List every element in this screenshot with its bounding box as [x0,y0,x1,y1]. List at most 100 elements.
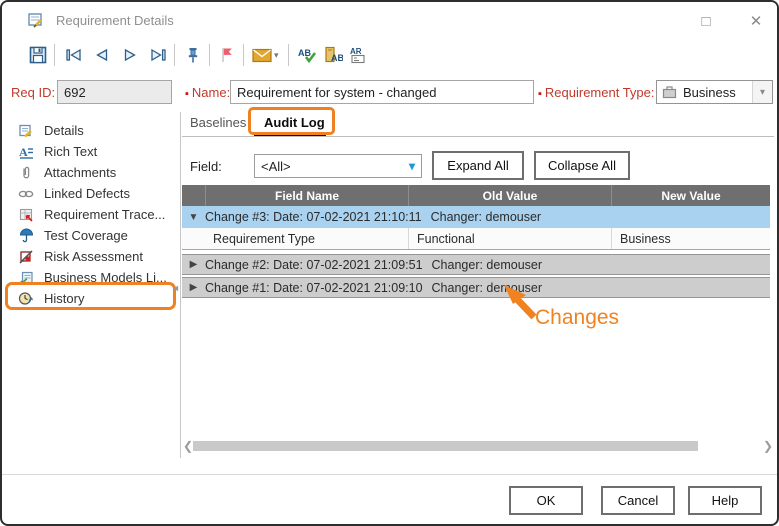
sidebar-item-label: Risk Assessment [44,249,143,264]
cell-field-name: Requirement Type [205,228,408,249]
field-filter-label: Field: [190,159,222,174]
pin-icon[interactable] [181,42,205,68]
change-group-row-2[interactable]: ▶ Change #2: Date: 07-02-2021 21:09:51 C… [182,254,770,275]
requirement-document-icon [28,12,45,33]
sidebar-item-details[interactable]: Details [2,120,180,141]
audit-detail-row[interactable]: Requirement Type Functional Business [182,228,770,250]
requirement-details-dialog: Requirement Details □ ✕ [0,0,779,526]
sidebar-item-linked-defects[interactable]: Linked Defects [2,183,180,204]
cell-old-value: Functional [408,228,611,249]
sidebar: Details A Rich Text Attachments [2,112,180,474]
toolbar: ▾ AB AB AR [2,38,777,72]
req-id-field[interactable] [57,80,172,104]
help-button[interactable]: Help [688,486,762,515]
sidebar-item-label: Attachments [44,165,116,180]
sidebar-item-test-coverage[interactable]: Test Coverage [2,225,180,246]
annotation-text: Changes [535,306,619,330]
chevron-down-icon[interactable]: ▾ [752,81,772,103]
field-filter-combo[interactable]: <All> ▾ [254,154,422,178]
spelling-options-icon[interactable]: AR [347,42,371,68]
thesaurus-icon[interactable]: AB [321,42,345,68]
close-icon[interactable]: ✕ [739,8,773,34]
tab-baselines[interactable]: Baselines [190,115,246,130]
collapsed-arrow-icon[interactable]: ▶ [182,259,205,270]
scrollbar-thumb[interactable] [193,441,698,451]
umbrella-icon [18,228,34,243]
briefcase-icon [662,86,677,99]
change-group-header: Change #1: Date: 07-02-2021 21:09:10 [205,281,423,295]
sidebar-splitter[interactable] [180,112,181,458]
expander-column-header [182,185,205,206]
traceability-icon [18,208,34,222]
change-group-changer: Changer: demouser [432,281,542,295]
name-label: ▪Name: [185,85,230,100]
svg-text:AB: AB [298,48,311,58]
toolbar-separator [174,44,175,66]
send-email-caret-icon[interactable]: ▾ [274,50,279,61]
title-bar: Requirement Details □ ✕ [2,2,777,38]
save-icon[interactable] [26,42,50,68]
go-previous-icon[interactable] [90,42,114,68]
change-group-header: Change #3: Date: 07-02-2021 21:10:11 [205,210,422,224]
sidebar-item-attachments[interactable]: Attachments [2,162,180,183]
horizontal-scrollbar: ❮ ❯ [182,439,774,453]
go-next-icon[interactable] [118,42,142,68]
chain-link-icon [18,188,34,200]
svg-text:AB: AB [331,53,343,63]
go-last-icon[interactable] [146,42,170,68]
sidebar-item-rich-text[interactable]: A Rich Text [2,141,180,162]
send-email-icon[interactable] [250,42,274,68]
history-clock-icon [18,291,34,306]
expanded-arrow-icon[interactable]: ▼ [182,212,205,223]
check-spelling-icon[interactable]: AB [295,42,319,68]
column-header-field-name: Field Name [205,185,408,206]
change-group-row-1[interactable]: ▶ Change #1: Date: 07-02-2021 21:09:10 C… [182,277,770,298]
row-indent [182,228,205,249]
window-title: Requirement Details [56,13,174,28]
field-filter-value: <All> [255,159,291,174]
requirement-type-value: Business [683,85,736,100]
tab-audit-log[interactable]: Audit Log [264,115,325,130]
splitter-collapse-icon[interactable]: ◄ [171,279,180,297]
table-header: Field Name Old Value New Value [182,185,770,206]
audit-filter-row: Field: <All> ▾ Expand All Collapse All [182,150,779,182]
sidebar-item-label: Requirement Trace... [44,207,165,222]
collapse-all-button[interactable]: Collapse All [534,151,630,180]
expand-all-button[interactable]: Expand All [432,151,524,180]
requirement-type-label: ▪Requirement Type: [538,85,655,100]
sidebar-item-label: History [44,291,84,306]
cancel-button[interactable]: Cancel [601,486,675,515]
flag-icon[interactable] [215,42,239,68]
collapsed-arrow-icon[interactable]: ▶ [182,282,205,293]
sidebar-item-history[interactable]: History [2,288,180,309]
tab-divider [182,136,774,137]
sidebar-item-risk-assessment[interactable]: Risk Assessment [2,246,180,267]
sidebar-item-label: Details [44,123,84,138]
required-marker: ▪ [538,88,542,100]
sidebar-item-label: Linked Defects [44,186,130,201]
name-field[interactable] [230,80,534,104]
requirement-type-combo[interactable]: Business ▾ [656,80,773,104]
sidebar-item-requirement-traceability[interactable]: Requirement Trace... [2,204,180,225]
scroll-right-icon[interactable]: ❯ [762,439,774,453]
ok-button[interactable]: OK [509,486,583,515]
sidebar-item-business-models[interactable]: Business Models Li... [2,267,180,288]
risk-icon [18,250,34,264]
change-group-changer: Changer: demouser [431,210,541,224]
tab-bar: Baselines Audit Log [182,112,779,137]
paperclip-icon [18,165,34,180]
chevron-down-icon: ▾ [409,159,415,173]
svg-text:AR: AR [350,47,362,56]
toolbar-separator [288,44,289,66]
svg-text:A: A [19,145,28,159]
rich-text-icon: A [18,145,34,159]
toolbar-separator [54,44,55,66]
toolbar-separator [209,44,210,66]
header-fields: Req ID: ▪Name: ▪Requirement Type: Busine… [2,72,777,112]
go-first-icon[interactable] [62,42,86,68]
change-group-row-3[interactable]: ▼ Change #3: Date: 07-02-2021 21:10:11 C… [182,206,770,228]
details-icon [18,124,34,138]
toolbar-separator [243,44,244,66]
maximize-icon[interactable]: □ [689,8,723,34]
change-group-header: Change #2: Date: 07-02-2021 21:09:51 [205,258,423,272]
